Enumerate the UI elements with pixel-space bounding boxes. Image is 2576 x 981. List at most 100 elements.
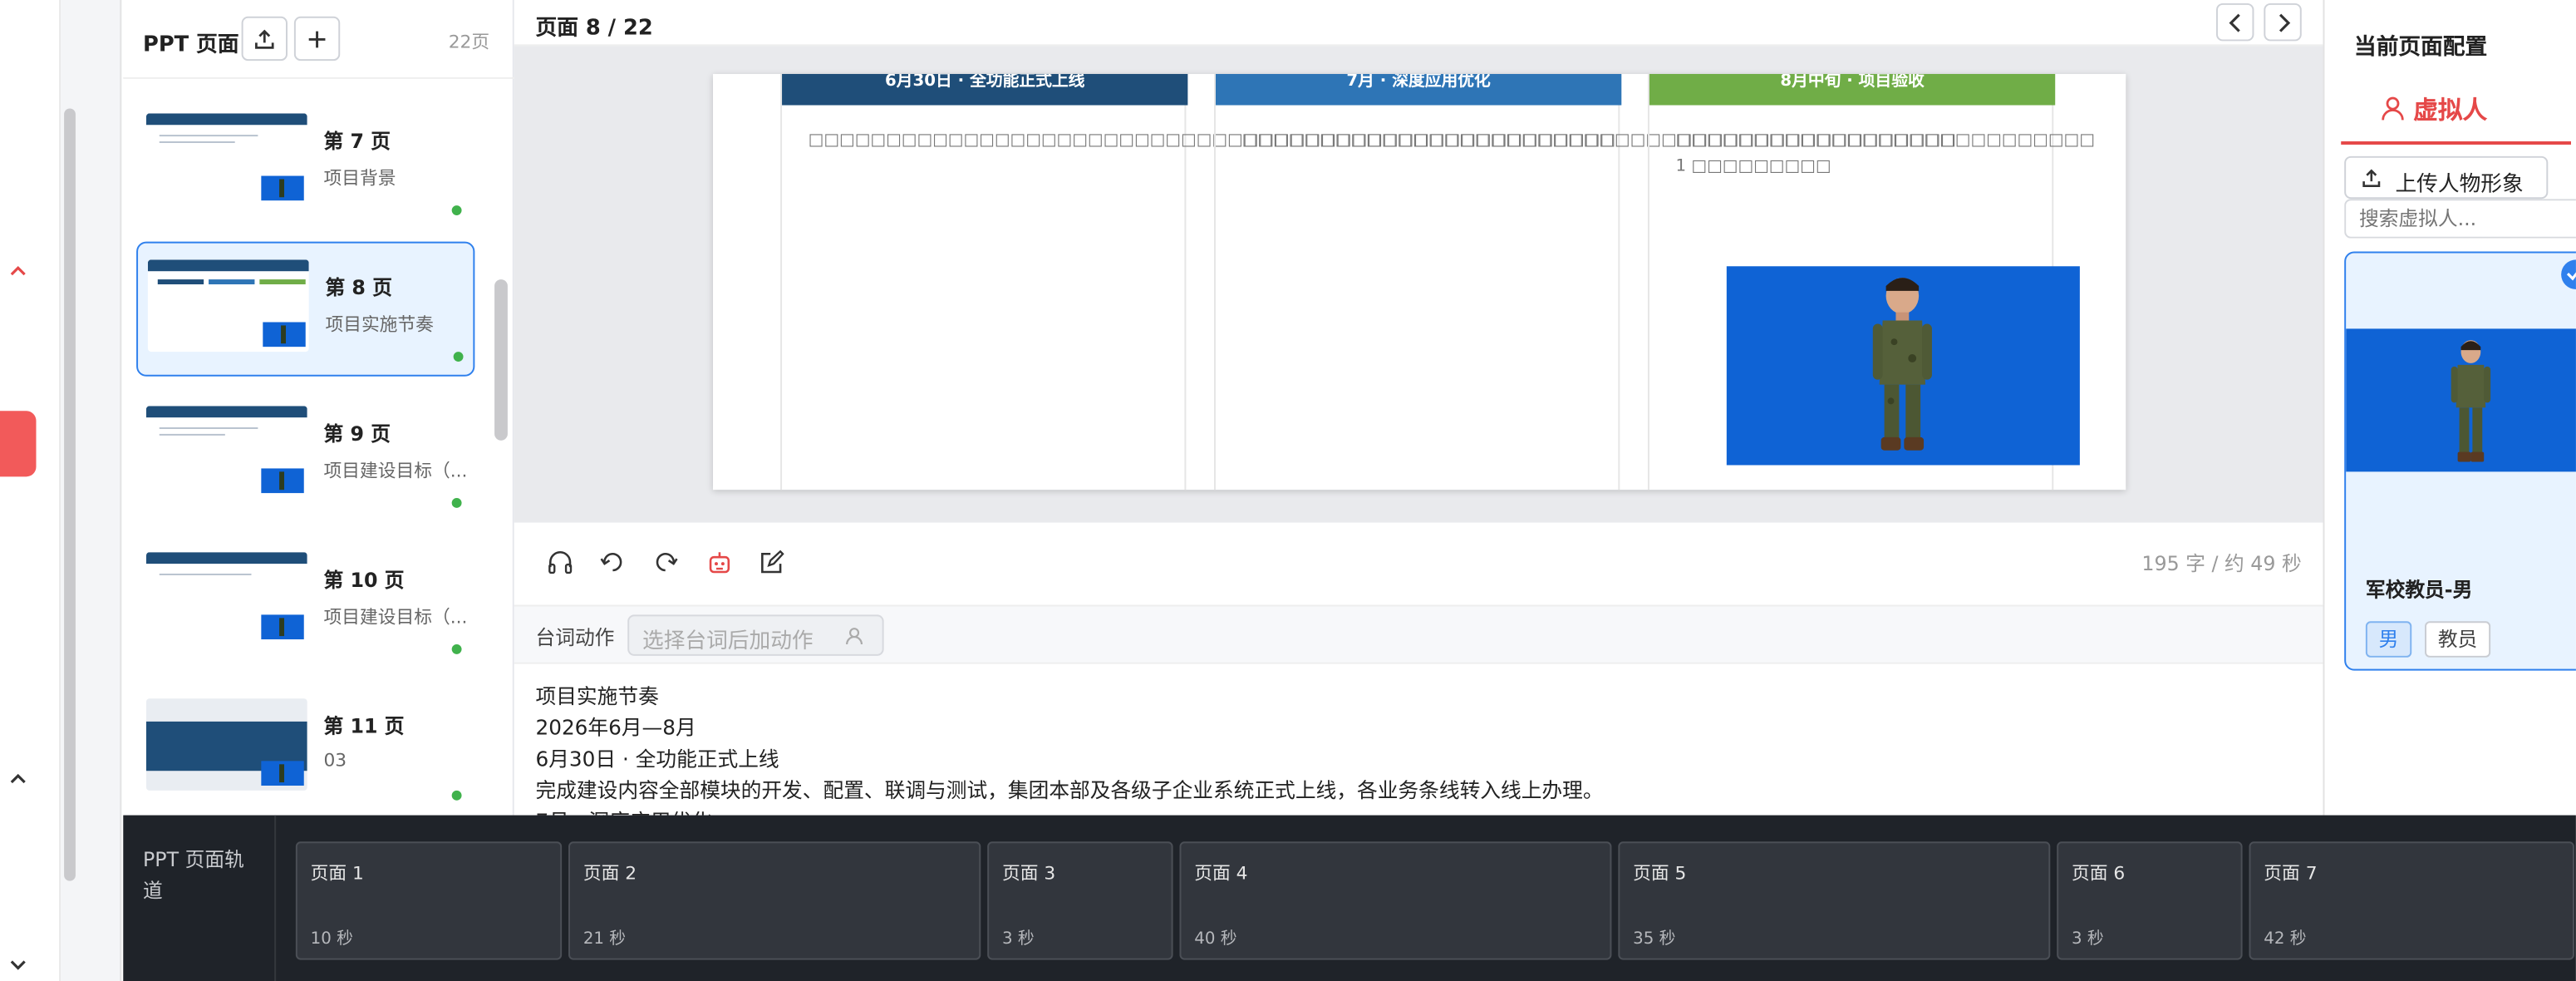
avatar-thumbnail bbox=[2346, 328, 2576, 472]
slide-preview-area: 6月30日 · 全功能正式上线 □□□□□□□□□□□□□□□□□□□□□□□□… bbox=[514, 46, 2323, 523]
slide-column-text: □□□□□□□□□□□□□□□□□□□□□□□□□□□ 1 □□□□□□□□□ bbox=[1675, 131, 2095, 176]
avatar-search-input[interactable] bbox=[2344, 199, 2576, 239]
tab-label: 虚拟人 bbox=[2413, 95, 2488, 126]
slide-item[interactable]: 第 11 页 03 bbox=[136, 682, 474, 816]
page-config-panel: 当前页面配置 虚拟人 上传人物形象 搜索虚拟人... 军校教员-男 男 教员 bbox=[2323, 0, 2576, 816]
slide-column-heading: 8月中旬 · 项目验收 bbox=[1649, 73, 2056, 106]
soldier-avatar-image bbox=[1872, 278, 1932, 451]
slide-column-heading: 7月 · 深度应用优化 bbox=[1215, 73, 1622, 106]
segment-name: 页面 3 bbox=[1001, 862, 1056, 885]
segment-duration: 10 秒 bbox=[310, 929, 353, 949]
robot-icon[interactable] bbox=[705, 547, 735, 577]
script-line: 7月 · 深度应用优化 bbox=[536, 806, 2302, 816]
virtual-human-overlay[interactable] bbox=[1726, 266, 2080, 466]
track-segment[interactable]: 页面 4 40 秒 bbox=[1179, 841, 1612, 960]
check-badge bbox=[2561, 259, 2576, 289]
segment-duration: 3 秒 bbox=[2071, 929, 2104, 949]
script-line: 6月30日 · 全功能正式上线 bbox=[535, 746, 779, 771]
segment-duration: 21 秒 bbox=[583, 929, 627, 949]
slide-subtitle: 项目背景 bbox=[323, 167, 396, 190]
slide-name: 第 8 页 bbox=[325, 276, 392, 299]
slide-name: 第 10 页 bbox=[323, 569, 405, 592]
segment-duration: 42 秒 bbox=[2264, 929, 2307, 949]
status-dot bbox=[451, 790, 462, 801]
script-editor[interactable]: 项目实施节奏 2026年6月—8月 6月30日 · 全功能正式上线 完成建设内容… bbox=[514, 663, 2323, 816]
plus-icon bbox=[308, 30, 326, 47]
segment-name: 页面 4 bbox=[1194, 862, 1248, 885]
app-side-strip bbox=[0, 0, 61, 981]
check-icon bbox=[2566, 272, 2576, 281]
tab-virtual-human[interactable]: 虚拟人 bbox=[2341, 76, 2572, 145]
segment-name: 页面 1 bbox=[310, 862, 364, 885]
outer-scroll-area bbox=[61, 0, 122, 981]
action-placeholder: 选择台词后加动作 bbox=[642, 629, 814, 654]
person-icon bbox=[846, 628, 863, 645]
page-indicator: 页面 8 / 22 bbox=[535, 16, 653, 42]
track-segment[interactable]: 页面 1 10 秒 bbox=[295, 841, 563, 960]
outer-scrollbar[interactable] bbox=[64, 108, 76, 881]
page-count: 22页 bbox=[448, 31, 490, 53]
track-segment[interactable]: 页面 2 21 秒 bbox=[568, 841, 981, 960]
slide-subtitle: 03 bbox=[323, 749, 347, 771]
undo-icon[interactable] bbox=[598, 547, 628, 577]
avatar-card-selected[interactable]: 军校教员-男 男 教员 bbox=[2344, 251, 2576, 671]
track-segment[interactable]: 页面 3 3 秒 bbox=[987, 841, 1173, 960]
segment-name: 页面 2 bbox=[583, 862, 637, 885]
thumbnail-scrollbar[interactable] bbox=[494, 279, 508, 441]
status-dot bbox=[453, 352, 464, 362]
upload-avatar-button[interactable]: 上传人物形象 bbox=[2344, 155, 2549, 200]
chevron-up-icon[interactable] bbox=[7, 767, 30, 791]
track-segment[interactable]: 页面 6 3 秒 bbox=[2057, 841, 2243, 960]
upload-icon bbox=[2362, 169, 2381, 187]
upload-avatar-label: 上传人物形象 bbox=[2395, 172, 2524, 198]
headphones-icon[interactable] bbox=[545, 547, 575, 577]
slide-column-text: □□□□□□□□□□□□□□□□□□□□□□□□□□□□□□□□□□□□□□□□… bbox=[808, 131, 1616, 150]
word-stats: 195 字 / 约 49 秒 bbox=[2141, 552, 2302, 575]
add-slide-button[interactable] bbox=[293, 16, 341, 62]
action-row: 台词动作 选择台词后加动作 bbox=[514, 604, 2323, 664]
prev-page-button[interactable] bbox=[2215, 2, 2254, 42]
chevron-left-icon bbox=[2228, 12, 2239, 32]
slide-name: 第 7 页 bbox=[323, 130, 391, 153]
upload-icon bbox=[255, 28, 274, 48]
slide-subtitle: 项目实施节奏 bbox=[325, 313, 434, 336]
config-panel-title: 当前页面配置 bbox=[2354, 34, 2488, 62]
slide-subtitle: 项目建设目标（... bbox=[323, 606, 468, 629]
slide-item[interactable]: 第 9 页 项目建设目标（... bbox=[136, 390, 474, 525]
thumbnail-panel-title: PPT 页面 bbox=[142, 32, 239, 58]
upload-ppt-button[interactable] bbox=[241, 16, 288, 62]
action-label: 台词动作 bbox=[535, 626, 615, 649]
chevron-right-icon bbox=[2278, 12, 2290, 32]
next-page-button[interactable] bbox=[2264, 2, 2302, 42]
redo-icon[interactable] bbox=[651, 547, 681, 577]
track-label: PPT 页面轨道 bbox=[142, 848, 244, 903]
slide-subtitle: 项目建设目标（... bbox=[323, 460, 468, 482]
track-segment[interactable]: 页面 7 42 秒 bbox=[2249, 841, 2574, 960]
action-select[interactable]: 选择台词后加动作 bbox=[627, 614, 884, 656]
editor-main: 页面 8 / 22 6月30日 · 全功能正式上线 □□□□□□□□□□□□□□… bbox=[514, 0, 2323, 816]
slide-item[interactable]: 第 10 页 项目建设目标（... bbox=[136, 536, 474, 671]
active-nav-marker[interactable] bbox=[0, 411, 37, 477]
status-dot bbox=[451, 643, 462, 654]
slide-item-selected[interactable]: 第 8 页 项目实施节奏 bbox=[136, 241, 475, 377]
track-segment[interactable]: 页面 5 35 秒 bbox=[1618, 841, 2051, 960]
track-label-area: PPT 页面轨道 bbox=[123, 815, 277, 981]
slide-column: 7月 · 深度应用优化 □□□□□□□□□□□□□□□□□□□□□□□□□□□□… bbox=[1214, 73, 1956, 491]
slide-item[interactable]: 第 7 页 项目背景 bbox=[136, 97, 474, 232]
soldier-avatar-image bbox=[2451, 340, 2491, 462]
segment-name: 页面 5 bbox=[1633, 862, 1687, 885]
script-line: 2026年6月—8月 bbox=[535, 714, 696, 740]
chevron-down-icon[interactable] bbox=[7, 954, 30, 977]
segment-duration: 40 秒 bbox=[1194, 929, 1237, 949]
script-line: 项目实施节奏 bbox=[535, 683, 659, 709]
edit-icon[interactable] bbox=[757, 547, 787, 577]
slide-thumbnail bbox=[147, 259, 309, 352]
ppt-page-track: PPT 页面轨道 页面 1 10 秒 页面 2 21 秒 页面 3 3 秒 页面 4 4… bbox=[123, 815, 2576, 981]
chevron-up-icon[interactable] bbox=[7, 259, 30, 283]
segment-duration: 35 秒 bbox=[1633, 929, 1676, 949]
slide-canvas[interactable]: 6月30日 · 全功能正式上线 □□□□□□□□□□□□□□□□□□□□□□□□… bbox=[713, 73, 2126, 491]
script-line: 完成建设内容全部模块的开发、配置、联调与测试，集团本部及各级子企业系统正式上线，… bbox=[535, 777, 1604, 802]
person-icon bbox=[2382, 96, 2404, 121]
slide-name: 第 9 页 bbox=[323, 422, 391, 446]
avatar-tag-gender: 男 bbox=[2365, 621, 2412, 658]
